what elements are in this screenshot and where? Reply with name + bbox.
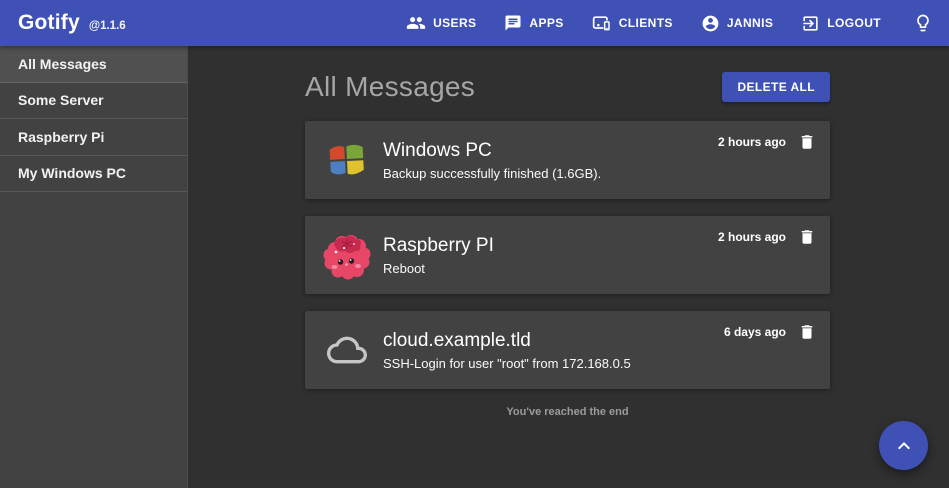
sidebar: All Messages Some Server Raspberry Pi My… <box>0 46 188 488</box>
message-timestamp: 2 hours ago <box>718 230 786 244</box>
main-content: All Messages DELETE ALL W <box>188 46 949 488</box>
theme-toggle-button[interactable] <box>913 13 933 33</box>
nav-users-button[interactable]: USERS <box>406 13 476 33</box>
delete-message-button[interactable] <box>798 133 816 151</box>
message-body: Backup successfully finished (1.6GB). <box>383 166 601 181</box>
nav-logout-label: LOGOUT <box>827 16 881 30</box>
brand: Gotify @1.1.6 <box>18 11 126 35</box>
lightbulb-icon <box>913 13 933 33</box>
navbar-menu: USERS APPS CLIENTS JANNIS LOGOUT <box>406 13 933 33</box>
message-title: cloud.example.tld <box>383 329 631 353</box>
delete-message-button[interactable] <box>798 228 816 246</box>
nav-user-account-button[interactable]: JANNIS <box>701 14 773 33</box>
chevron-up-icon <box>892 434 916 458</box>
raspberry-logo <box>321 229 373 281</box>
sidebar-item-label: Some Server <box>18 92 104 108</box>
page-header: All Messages DELETE ALL <box>305 46 830 103</box>
windows-logo <box>326 139 368 181</box>
nav-apps-label: APPS <box>529 16 563 30</box>
end-of-list-text: You've reached the end <box>305 406 830 418</box>
sidebar-item-raspberry-pi[interactable]: Raspberry Pi <box>0 119 187 156</box>
page-title: All Messages <box>305 71 475 103</box>
sidebar-item-my-windows-pc[interactable]: My Windows PC <box>0 156 187 193</box>
message-card-cloud-example-tld: cloud.example.tld SSH-Login for user "ro… <box>305 311 830 389</box>
app-version: @1.1.6 <box>89 20 126 32</box>
message-card-windows-pc: Windows PC Backup successfully finished … <box>305 121 830 199</box>
nav-clients-button[interactable]: CLIENTS <box>592 13 673 33</box>
users-group-icon <box>406 13 426 33</box>
nav-apps-button[interactable]: APPS <box>504 14 563 32</box>
sidebar-item-all-messages[interactable]: All Messages <box>0 46 187 83</box>
nav-user-label: JANNIS <box>727 16 773 30</box>
message-card-raspberry-pi: Raspberry PI Reboot 2 hours ago <box>305 216 830 294</box>
message-timestamp: 6 days ago <box>724 325 786 339</box>
message-body: SSH-Login for user "root" from 172.168.0… <box>383 356 631 371</box>
nav-users-label: USERS <box>433 16 476 30</box>
message-title: Windows PC <box>383 139 601 163</box>
app-title: Gotify <box>18 11 80 35</box>
account-circle-icon <box>701 14 720 33</box>
nav-logout-button[interactable]: LOGOUT <box>801 14 881 33</box>
trash-icon <box>798 323 816 341</box>
sidebar-item-label: My Windows PC <box>18 165 126 181</box>
cloud-icon <box>327 330 367 370</box>
trash-icon <box>798 228 816 246</box>
delete-all-button[interactable]: DELETE ALL <box>722 72 830 102</box>
delete-message-button[interactable] <box>798 323 816 341</box>
devices-icon <box>592 13 612 33</box>
message-title: Raspberry PI <box>383 234 494 258</box>
message-body: Reboot <box>383 261 494 276</box>
sidebar-item-some-server[interactable]: Some Server <box>0 83 187 120</box>
sidebar-item-label: All Messages <box>18 56 107 72</box>
scroll-to-top-fab[interactable] <box>879 421 928 470</box>
sidebar-item-label: Raspberry Pi <box>18 129 104 145</box>
message-timestamp: 2 hours ago <box>718 135 786 149</box>
trash-icon <box>798 133 816 151</box>
chat-bubble-icon <box>504 14 522 32</box>
nav-clients-label: CLIENTS <box>619 16 673 30</box>
exit-to-app-icon <box>801 14 820 33</box>
top-navbar: Gotify @1.1.6 USERS APPS CLIENTS JANNIS <box>0 0 949 46</box>
